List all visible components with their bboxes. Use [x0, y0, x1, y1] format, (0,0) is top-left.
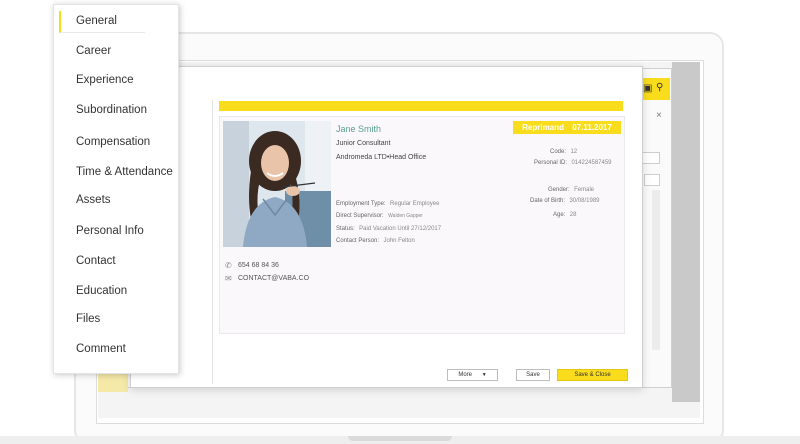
employee-photo: [223, 121, 331, 247]
menu-item-experience[interactable]: Experience: [76, 74, 134, 86]
background-note: [98, 372, 128, 392]
section-menu: [53, 4, 179, 374]
menu-item-general[interactable]: General: [76, 15, 117, 27]
menu-item-time-attendance[interactable]: Time & Attendance: [76, 166, 173, 178]
age-value: 28: [569, 212, 577, 218]
reprimand-label: Reprimand: [522, 123, 564, 132]
employee-department: Andromeda LTD•Head Office: [336, 154, 427, 161]
menu-item-subordination[interactable]: Subordination: [76, 104, 147, 116]
mail-icon: ✉: [225, 274, 232, 283]
modal-accent-bar: [219, 101, 623, 111]
background-side-panel: [672, 62, 700, 402]
save-close-button[interactable]: Save & Close: [557, 369, 628, 381]
document-icon[interactable]: ▣: [643, 83, 652, 94]
save-button[interactable]: Save: [516, 369, 550, 381]
employee-position: Junior Consultant: [336, 140, 391, 147]
search-icon[interactable]: ⚲: [656, 82, 663, 93]
menu-item-assets[interactable]: Assets: [76, 194, 111, 206]
personal-id-value: 014224587459: [571, 160, 612, 166]
menu-item-comment[interactable]: Comment: [76, 343, 126, 355]
menu-item-files[interactable]: Files: [76, 313, 100, 325]
reprimand-date: 07.11.2017: [572, 123, 612, 132]
age-row: Age: 28: [553, 203, 576, 221]
close-icon[interactable]: ×: [656, 110, 662, 121]
personal-id-label: Personal ID:: [534, 160, 568, 166]
reprimand-badge: Reprimand 07.11.2017: [513, 121, 621, 134]
laptop-notch: [348, 436, 452, 441]
phone-number[interactable]: 654 68 84 36: [238, 262, 279, 269]
more-button[interactable]: More ▼: [447, 369, 498, 381]
background-scrollbar[interactable]: [652, 190, 660, 350]
menu-item-education[interactable]: Education: [76, 285, 127, 297]
email-address[interactable]: CONTACT@VABA.CO: [238, 275, 309, 282]
menu-item-contact[interactable]: Contact: [76, 255, 116, 267]
portrait-image: [223, 121, 331, 247]
caret-down-icon: ▼: [481, 372, 487, 378]
age-label: Age:: [553, 212, 566, 218]
menu-item-personal-info[interactable]: Personal Info: [76, 225, 144, 237]
contact-person-label: Contact Person:: [336, 238, 380, 244]
menu-item-career[interactable]: Career: [76, 45, 111, 57]
phone-icon: ✆: [225, 261, 232, 270]
contact-person-value: John Felton: [383, 238, 415, 244]
menu-item-compensation[interactable]: Compensation: [76, 136, 150, 148]
background-field[interactable]: [642, 152, 660, 164]
contact-person-row: Contact Person: John Felton: [336, 229, 415, 247]
more-label: More: [458, 372, 473, 378]
personal-id-row: Personal ID: 014224587459: [534, 151, 612, 169]
employee-name: Jane Smith: [336, 124, 382, 134]
background-field[interactable]: [644, 174, 660, 186]
